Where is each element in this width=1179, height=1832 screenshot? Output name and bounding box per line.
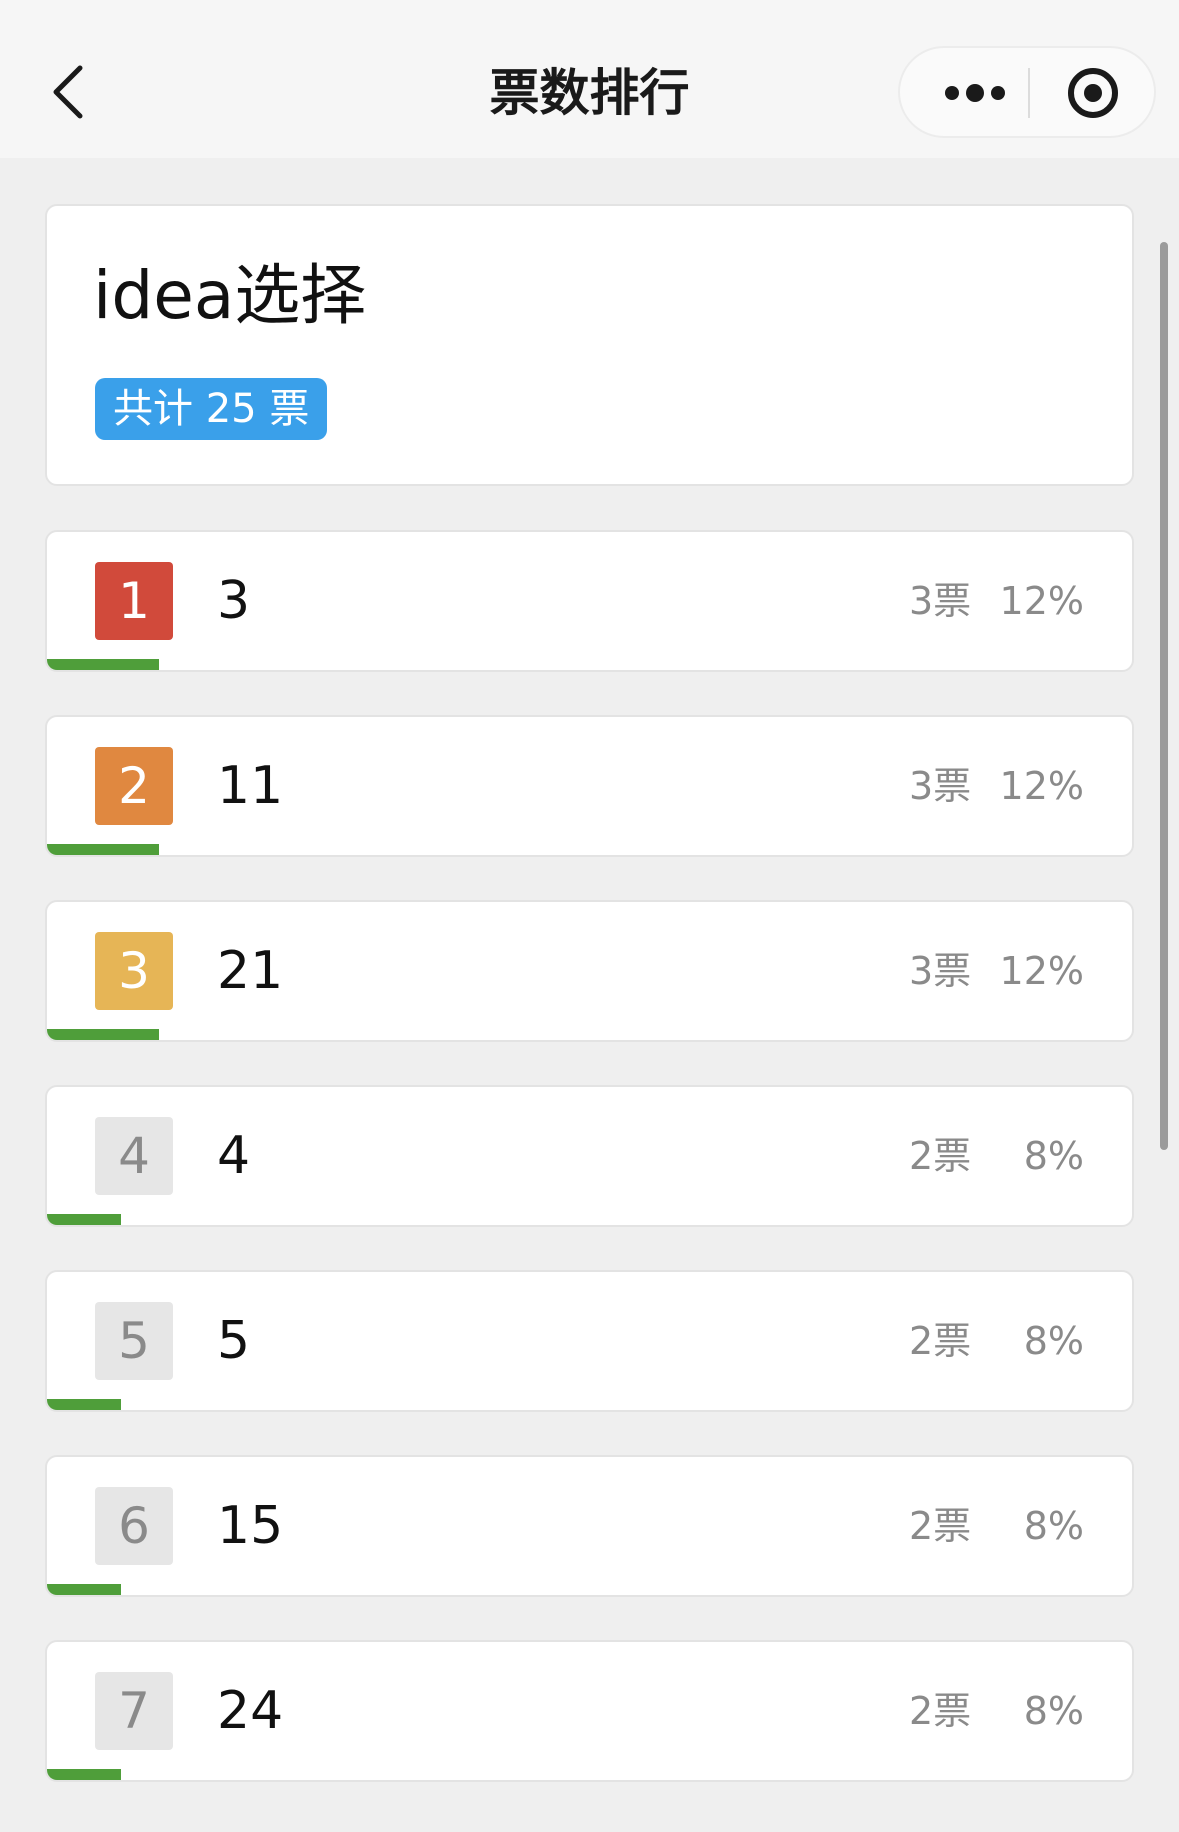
poll-title: idea选择 bbox=[93, 257, 367, 334]
ranking-row[interactable]: 5 5 2票 8% bbox=[45, 1270, 1134, 1412]
option-name: 4 bbox=[217, 1126, 251, 1186]
option-name: 15 bbox=[217, 1496, 284, 1556]
rank-badge: 7 bbox=[95, 1672, 173, 1750]
option-name: 3 bbox=[217, 571, 251, 631]
vote-percent: 8% bbox=[1023, 1504, 1084, 1548]
rank-badge: 3 bbox=[95, 932, 173, 1010]
option-name: 11 bbox=[217, 756, 284, 816]
rank-badge: 1 bbox=[95, 562, 173, 640]
option-name: 21 bbox=[217, 941, 284, 1001]
scrollbar[interactable] bbox=[1160, 242, 1168, 1150]
option-name: 5 bbox=[217, 1311, 251, 1371]
ranking-row[interactable]: 4 4 2票 8% bbox=[45, 1085, 1134, 1227]
vote-percent: 12% bbox=[999, 579, 1084, 623]
ranking-row[interactable]: 1 3 3票 12% bbox=[45, 530, 1134, 672]
vote-share-bar bbox=[47, 1399, 121, 1410]
nav-bar: 票数排行 bbox=[0, 0, 1179, 158]
vote-count: 2票 bbox=[909, 1504, 972, 1548]
close-target-icon[interactable] bbox=[1066, 66, 1120, 120]
rank-badge: 2 bbox=[95, 747, 173, 825]
ranking-row[interactable]: 7 24 2票 8% bbox=[45, 1640, 1134, 1782]
ranking-row[interactable]: 2 11 3票 12% bbox=[45, 715, 1134, 857]
vote-count: 2票 bbox=[909, 1319, 972, 1363]
vote-share-bar bbox=[47, 844, 159, 855]
rank-badge: 4 bbox=[95, 1117, 173, 1195]
total-votes-badge: 共计 25 票 bbox=[95, 378, 328, 440]
mini-program-capsule bbox=[898, 46, 1156, 138]
vote-share-bar bbox=[47, 1029, 159, 1040]
vote-share-bar bbox=[47, 1214, 121, 1225]
ranking-row[interactable]: 6 15 2票 8% bbox=[45, 1455, 1134, 1597]
rank-badge: 5 bbox=[95, 1302, 173, 1380]
option-name: 24 bbox=[217, 1681, 284, 1741]
vote-share-bar bbox=[47, 1584, 121, 1595]
ranking-row[interactable]: 3 21 3票 12% bbox=[45, 900, 1134, 1042]
rank-badge: 6 bbox=[95, 1487, 173, 1565]
vote-share-bar bbox=[47, 659, 159, 670]
capsule-divider bbox=[1028, 68, 1030, 118]
vote-percent: 8% bbox=[1023, 1134, 1084, 1178]
vote-count: 2票 bbox=[909, 1689, 972, 1733]
vote-count: 2票 bbox=[909, 1134, 972, 1178]
vote-share-bar bbox=[47, 1769, 121, 1780]
poll-header-card: idea选择 共计 25 票 bbox=[45, 204, 1134, 486]
more-options-icon[interactable] bbox=[940, 76, 1010, 110]
vote-percent: 8% bbox=[1023, 1319, 1084, 1363]
vote-percent: 8% bbox=[1023, 1689, 1084, 1733]
vote-percent: 12% bbox=[999, 949, 1084, 993]
vote-percent: 12% bbox=[999, 764, 1084, 808]
